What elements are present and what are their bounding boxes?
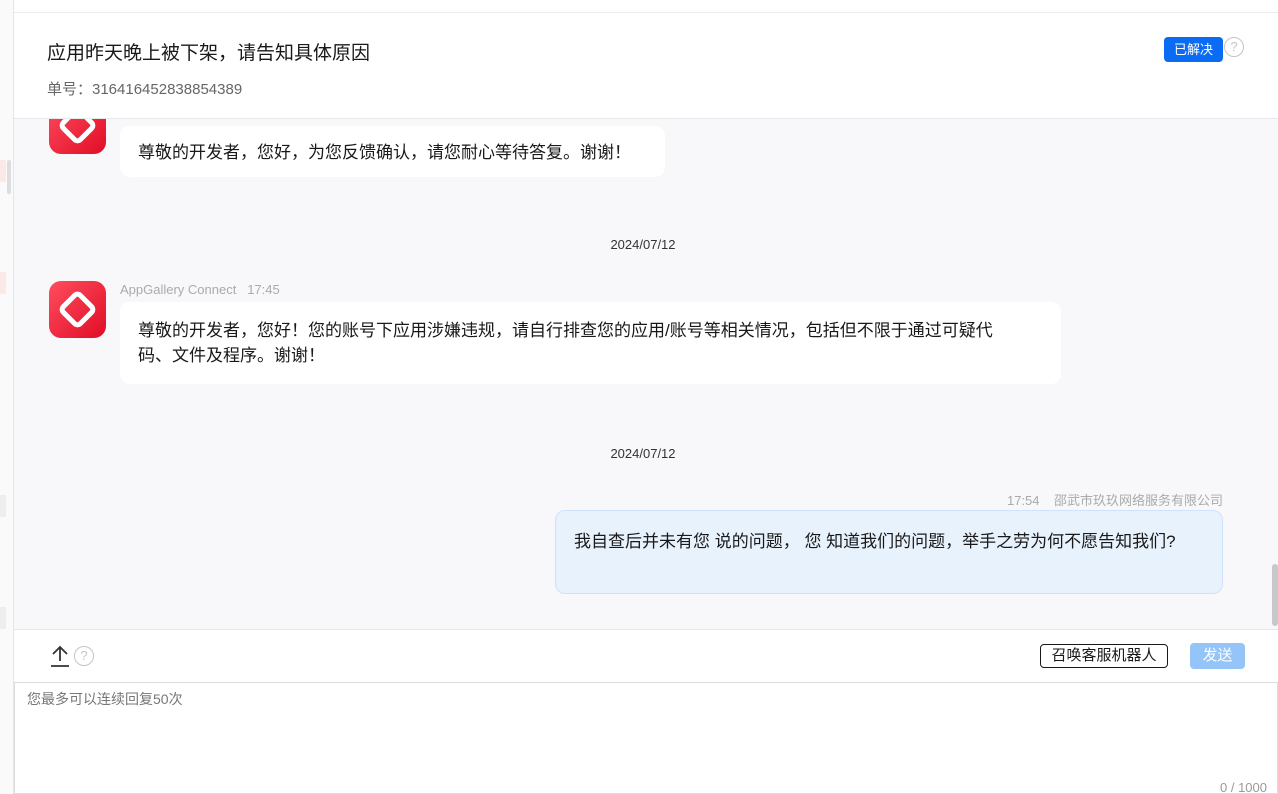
message-bubble: 尊敬的开发者，您好，为您反馈确认，请您耐心等待答复。谢谢！	[120, 126, 665, 177]
ticket-title: 应用昨天晚上被下架，请告知具体原因	[47, 43, 371, 64]
ticket-chat-window: 应用昨天晚上被下架，请告知具体原因 单号：316416452838854389 …	[0, 0, 1278, 794]
message-meta: AppGallery Connect 17:45	[120, 282, 280, 297]
background-marker	[0, 495, 6, 517]
background-marker	[0, 607, 6, 629]
ticket-number: 单号：316416452838854389	[47, 81, 243, 98]
chat-history[interactable]: 尊敬的开发者，您好，为您反馈确认，请您耐心等待答复。谢谢！ 2024/07/12…	[14, 119, 1278, 629]
chat-scrollbar[interactable]	[1272, 564, 1278, 626]
reply-input[interactable]	[15, 683, 1277, 793]
background-scrollbar	[7, 160, 11, 194]
appgallery-logo-icon	[59, 119, 96, 144]
sender-name: AppGallery Connect	[120, 282, 237, 297]
message-meta: 17:54 邵武市玖玖网络服务有限公司	[1007, 490, 1223, 509]
sender-name: 邵武市玖玖网络服务有限公司	[1053, 493, 1223, 508]
upload-icon[interactable]	[49, 644, 71, 668]
message-bubble: 尊敬的开发者，您好！您的账号下应用涉嫌违规，请自行排查您的应用/账号等相关情况，…	[120, 302, 1061, 384]
summon-robot-button[interactable]: 召唤客服机器人	[1040, 644, 1168, 668]
appgallery-avatar	[49, 281, 106, 338]
message-text-line: 尊敬的开发者，您好！您的账号下应用涉嫌违规，请自行排查您的应用/账号等相关情况，…	[138, 321, 993, 340]
char-counter: 0 / 1000	[1220, 780, 1267, 794]
appgallery-avatar	[49, 119, 106, 154]
message-text-line: 码、文件及程序。谢谢！	[138, 346, 325, 365]
reply-toolbar: ? 召唤客服机器人 发送	[14, 629, 1278, 682]
date-separator: 2024/07/12	[610, 446, 676, 461]
upload-help-icon[interactable]: ?	[74, 646, 94, 666]
date-separator: 2024/07/12	[610, 237, 676, 252]
background-marker	[0, 160, 6, 182]
resolved-button[interactable]: 已解决	[1164, 37, 1223, 62]
background-marker	[0, 272, 6, 294]
message-time: 17:54	[1006, 493, 1040, 508]
reply-input-container: 0 / 1000	[14, 682, 1278, 794]
ticket-header: 应用昨天晚上被下架，请告知具体原因 单号：316416452838854389 …	[14, 0, 1278, 119]
message-time: 17:45	[247, 282, 280, 297]
divider	[14, 12, 1278, 13]
background-page-sliver	[0, 0, 14, 794]
appgallery-logo-icon	[59, 291, 96, 328]
help-icon[interactable]: ?	[1224, 37, 1244, 57]
send-button[interactable]: 发送	[1190, 643, 1245, 669]
user-message-bubble: 我自查后并未有您 说的问题， 您 知道我们的问题，举手之劳为何不愿告知我们?	[555, 510, 1223, 594]
